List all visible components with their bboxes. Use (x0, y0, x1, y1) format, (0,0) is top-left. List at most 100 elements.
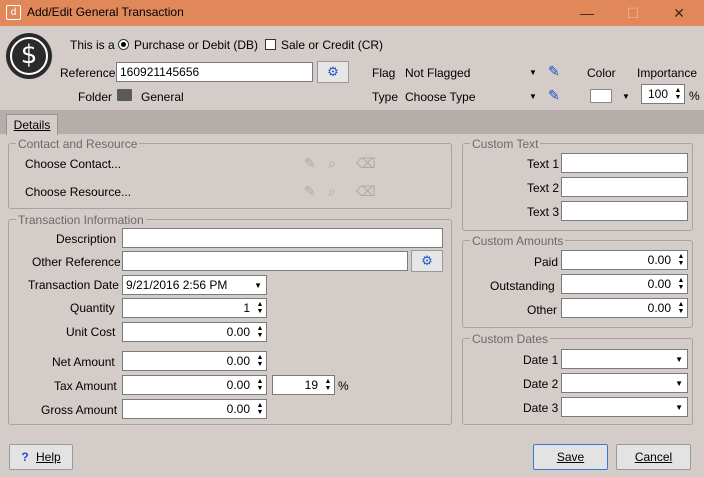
contact-clear-icon[interactable]: ⌫ (356, 155, 376, 172)
flag-dropdown-arrow-icon[interactable]: ▼ (529, 68, 537, 77)
reference-input[interactable]: 160921145656 (116, 62, 313, 82)
tab-strip (0, 110, 704, 134)
app-icon: d (6, 5, 21, 20)
type-label: Type (372, 90, 399, 104)
purchase-radio[interactable] (118, 39, 129, 50)
spinner-icon[interactable]: ▲ ▼ (256, 301, 264, 315)
importance-input[interactable]: 100 ▲ ▼ (641, 84, 685, 104)
contact-edit-icon[interactable]: ✎ (304, 155, 316, 172)
unit-cost-stepper[interactable]: 0.00 ▲ ▼ (122, 322, 267, 342)
reference-generate-button[interactable]: ⚙ (317, 61, 349, 83)
type-edit-pencil-icon[interactable]: ✎ (548, 87, 560, 104)
tax-amount-value: 0.00 (226, 378, 250, 392)
tax-rate-stepper[interactable]: 19 ▲ ▼ (272, 375, 335, 395)
quantity-value: 1 (243, 301, 250, 315)
date2-label: Date 2 (523, 377, 559, 391)
choose-contact-link[interactable]: Choose Contact... (25, 157, 121, 171)
date1-label: Date 1 (523, 353, 559, 367)
chevron-down-icon[interactable]: ▼ (675, 399, 683, 416)
chevron-down-icon[interactable]: ▼ (254, 277, 262, 294)
text1-input[interactable] (561, 153, 688, 173)
date3-picker[interactable]: ▼ (561, 397, 688, 417)
other-reference-generate-button[interactable]: ⚙ (411, 250, 443, 272)
gear-icon: ⚙ (421, 253, 433, 268)
help-label: Help (36, 450, 61, 464)
flag-label: Flag (372, 66, 396, 80)
this-is-a-label: This is a (70, 38, 115, 52)
gear-icon: ⚙ (327, 64, 339, 79)
other-amount-stepper[interactable]: 0.00 ▲ ▼ (561, 298, 688, 318)
transaction-date-label: Transaction Date (28, 278, 119, 292)
folder-icon (117, 89, 132, 101)
paid-label: Paid (534, 255, 559, 269)
paid-stepper[interactable]: 0.00 ▲ ▼ (561, 250, 688, 270)
envelope-color-icon[interactable] (590, 89, 612, 103)
date2-picker[interactable]: ▼ (561, 373, 688, 393)
contact-resource-group (8, 143, 452, 209)
close-button[interactable]: ✕ (656, 0, 702, 26)
unit-cost-value: 0.00 (226, 325, 250, 339)
spinner-icon[interactable]: ▲ ▼ (677, 301, 685, 315)
choose-resource-link[interactable]: Choose Resource... (25, 185, 131, 199)
spinner-icon[interactable]: ▲ ▼ (256, 402, 264, 416)
transaction-date-value: 9/21/2016 2:56 PM (126, 278, 228, 292)
date3-label: Date 3 (523, 401, 559, 415)
tax-rate-value: 19 (304, 378, 318, 392)
text3-input[interactable] (561, 201, 688, 221)
transaction-date-picker[interactable]: 9/21/2016 2:56 PM ▼ (122, 275, 267, 295)
text2-label: Text 2 (527, 181, 560, 195)
spinner-icon[interactable]: ▲ ▼ (256, 354, 264, 368)
dollar-logo-icon: $ (6, 33, 52, 79)
type-dropdown-arrow-icon[interactable]: ▼ (529, 92, 537, 101)
resource-clear-icon[interactable]: ⌫ (356, 183, 376, 200)
net-amount-stepper[interactable]: 0.00 ▲ ▼ (122, 351, 267, 371)
folder-value[interactable]: General (141, 90, 184, 104)
resource-edit-icon[interactable]: ✎ (304, 183, 316, 200)
spinner-icon[interactable]: ▲ ▼ (324, 378, 332, 392)
purchase-option-label[interactable]: Purchase or Debit (DB) (134, 38, 258, 52)
spinner-icon[interactable]: ▲ ▼ (674, 87, 682, 101)
contact-search-icon[interactable]: ⌕ (328, 155, 336, 172)
gross-amount-stepper[interactable]: 0.00 ▲ ▼ (122, 399, 267, 419)
resource-search-icon[interactable]: ⌕ (328, 183, 336, 200)
save-label: Save (556, 450, 585, 464)
date1-picker[interactable]: ▼ (561, 349, 688, 369)
flag-select[interactable]: Not Flagged (405, 66, 470, 80)
sale-option-label[interactable]: Sale or Credit (CR) (281, 38, 383, 52)
text1-label: Text 1 (527, 157, 560, 171)
spinner-icon[interactable]: ▲ ▼ (677, 253, 685, 267)
net-amount-label: Net Amount (52, 355, 115, 369)
reference-label: Reference (60, 66, 116, 80)
spinner-icon[interactable]: ▲ ▼ (677, 277, 685, 291)
tax-amount-stepper[interactable]: 0.00 ▲ ▼ (122, 375, 267, 395)
color-dropdown-arrow-icon[interactable]: ▼ (622, 92, 630, 101)
dollar-symbol: $ (10, 37, 48, 75)
gross-amount-value: 0.00 (226, 402, 250, 416)
text2-input[interactable] (561, 177, 688, 197)
spinner-icon[interactable]: ▲ ▼ (256, 378, 264, 392)
chevron-down-icon[interactable]: ▼ (675, 375, 683, 392)
chevron-down-icon[interactable]: ▼ (675, 351, 683, 368)
tab-details[interactable]: Details (6, 114, 58, 135)
text3-label: Text 3 (527, 205, 560, 219)
tax-rate-unit: % (338, 379, 349, 393)
transaction-info-title: Transaction Information (16, 213, 146, 227)
tax-amount-label: Tax Amount (54, 379, 117, 393)
maximize-button[interactable]: ☐ (610, 0, 656, 26)
help-button[interactable]: ? Help (9, 444, 73, 470)
other-reference-input[interactable] (122, 251, 408, 271)
color-label: Color (587, 66, 616, 80)
folder-label: Folder (78, 90, 113, 104)
spinner-icon[interactable]: ▲ ▼ (256, 325, 264, 339)
type-select[interactable]: Choose Type (405, 90, 476, 104)
save-button[interactable]: Save (533, 444, 608, 470)
sale-checkbox[interactable] (265, 39, 276, 50)
outstanding-stepper[interactable]: 0.00 ▲ ▼ (561, 274, 688, 294)
description-input[interactable] (122, 228, 443, 248)
paid-value: 0.00 (647, 253, 671, 267)
cancel-button[interactable]: Cancel (616, 444, 691, 470)
flag-edit-pencil-icon[interactable]: ✎ (548, 63, 560, 80)
minimize-button[interactable]: — (564, 0, 610, 26)
net-amount-value: 0.00 (226, 354, 250, 368)
quantity-stepper[interactable]: 1 ▲ ▼ (122, 298, 267, 318)
